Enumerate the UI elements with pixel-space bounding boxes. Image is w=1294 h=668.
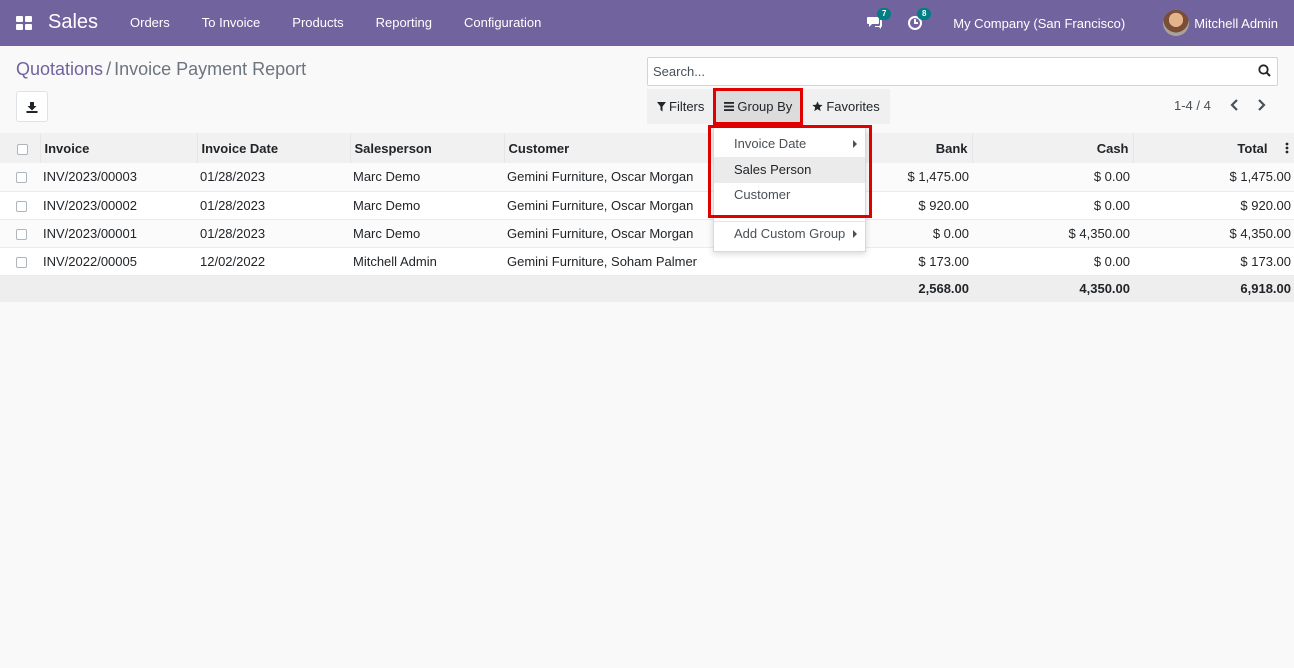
company-switcher[interactable]: My Company (San Francisco): [953, 16, 1125, 31]
favorites-button[interactable]: Favorites: [802, 89, 889, 124]
cell-invoice: INV/2022/00005: [40, 247, 197, 276]
search-bar: [647, 57, 1278, 86]
optional-columns-icon[interactable]: [1285, 142, 1289, 154]
download-button[interactable]: [16, 91, 48, 122]
activities-clock-icon[interactable]: 8: [907, 8, 932, 32]
select-all-header: [0, 133, 41, 163]
table-row[interactable]: INV/2022/00005 12/02/2022 Mitchell Admin…: [0, 247, 1294, 276]
row-checkbox[interactable]: [16, 172, 27, 184]
column-header-total-label: Total: [1237, 140, 1268, 156]
menu-configuration[interactable]: Configuration: [448, 0, 557, 46]
group-by-invoice-date[interactable]: Invoice Date: [714, 131, 865, 157]
top-navbar: Sales Orders To Invoice Products Reporti…: [0, 0, 1294, 46]
main-menu: Orders To Invoice Products Reporting Con…: [114, 0, 557, 46]
breadcrumb-separator: /: [106, 59, 112, 79]
cell-salesperson: Mitchell Admin: [350, 247, 504, 276]
filter-icon: [657, 101, 666, 111]
cell-total: $ 4,350.00: [1133, 219, 1294, 248]
cell-invoice-date: 01/28/2023: [197, 219, 350, 248]
cell-salesperson: Marc Demo: [350, 219, 504, 248]
cell-cash: $ 0.00: [972, 247, 1133, 276]
add-custom-group-label: Add Custom Group: [734, 226, 846, 241]
invoice-payment-table: Invoice Invoice Date Salesperson Custome…: [0, 133, 1294, 302]
apps-menu-icon[interactable]: [16, 16, 32, 30]
favorites-label: Favorites: [826, 99, 880, 114]
column-header-invoice[interactable]: Invoice: [40, 133, 198, 163]
cell-invoice-date: 01/28/2023: [197, 191, 350, 220]
group-by-label: Group By: [737, 99, 793, 114]
bars-icon: [724, 102, 735, 111]
table-header-row: Invoice Invoice Date Salesperson Custome…: [0, 133, 1294, 163]
cell-cash: $ 0.00: [972, 163, 1133, 192]
group-by-sales-person[interactable]: Sales Person: [714, 157, 865, 183]
menu-orders[interactable]: Orders: [114, 0, 186, 46]
user-name: Mitchell Admin: [1194, 15, 1278, 31]
cell-salesperson: Marc Demo: [350, 163, 504, 192]
user-menu[interactable]: Mitchell Admin: [1163, 10, 1278, 36]
cell-cash: $ 4,350.00: [972, 219, 1133, 248]
app-name[interactable]: Sales: [48, 11, 98, 34]
group-by-customer[interactable]: Customer: [714, 182, 865, 208]
cell-customer: Gemini Furniture, Soham Palmer: [504, 247, 722, 276]
list-view: Invoice Invoice Date Salesperson Custome…: [0, 133, 1294, 302]
table-row[interactable]: INV/2023/00001 01/28/2023 Marc Demo Gemi…: [0, 219, 1294, 248]
total-cash: 4,350.00: [972, 275, 1133, 302]
messages-badge: 7: [877, 8, 892, 20]
row-checkbox[interactable]: [16, 228, 27, 240]
search-input[interactable]: [648, 58, 1228, 85]
total-total: 6,918.00: [1133, 275, 1294, 302]
column-header-salesperson[interactable]: Salesperson: [350, 133, 505, 163]
totals-row: 2,568.00 4,350.00 6,918.00: [0, 275, 1294, 302]
menu-reporting[interactable]: Reporting: [360, 0, 448, 46]
row-checkbox[interactable]: [16, 200, 27, 212]
cell-customer: Gemini Furniture, Oscar Morgan: [504, 163, 722, 192]
cell-invoice: INV/2023/00001: [40, 219, 197, 248]
menu-to-invoice[interactable]: To Invoice: [186, 0, 277, 46]
menu-products[interactable]: Products: [276, 0, 359, 46]
cell-customer: Gemini Furniture, Oscar Morgan: [504, 191, 722, 220]
activities-badge: 8: [917, 8, 932, 20]
pager-value[interactable]: 1-4 / 4: [1174, 98, 1211, 113]
add-custom-group[interactable]: Add Custom Group: [714, 221, 865, 247]
systray: 7 8 My Company (San Francisco) Mitchell …: [867, 0, 1294, 46]
cell-invoice: INV/2023/00002: [40, 191, 197, 220]
search-icon[interactable]: [1258, 64, 1271, 80]
avatar: [1163, 10, 1190, 36]
breadcrumb: Quotations / Invoice Payment Report: [16, 59, 306, 80]
row-checkbox[interactable]: [16, 256, 27, 268]
filters-label: Filters: [669, 99, 705, 114]
filters-button[interactable]: Filters: [647, 89, 714, 124]
column-header-customer[interactable]: Customer: [504, 133, 723, 163]
cell-cash: $ 0.00: [972, 191, 1133, 220]
chevron-right-icon[interactable]: [1257, 99, 1267, 114]
download-icon: [26, 101, 38, 113]
column-header-total[interactable]: Total: [1133, 133, 1294, 163]
select-all-checkbox[interactable]: [17, 143, 28, 155]
table-row[interactable]: INV/2023/00002 01/28/2023 Marc Demo Gemi…: [0, 191, 1294, 220]
cell-invoice-date: 01/28/2023: [197, 163, 350, 192]
breadcrumb-quotations[interactable]: Quotations: [16, 59, 103, 79]
chevron-left-icon[interactable]: [1229, 99, 1239, 114]
page-title: Invoice Payment Report: [114, 59, 307, 79]
cell-salesperson: Marc Demo: [350, 191, 504, 220]
cell-customer: Gemini Furniture, Oscar Morgan: [504, 219, 722, 248]
cell-total: $ 1,475.00: [1133, 163, 1294, 192]
column-header-cash[interactable]: Cash: [972, 133, 1134, 163]
search-options: Filters Group By Favorites: [647, 88, 890, 125]
group-by-button[interactable]: Group By: [713, 88, 804, 125]
table-row[interactable]: INV/2023/00003 01/28/2023 Marc Demo Gemi…: [0, 163, 1294, 192]
total-bank: 2,568.00: [722, 275, 972, 302]
group-by-invoice-date-label: Invoice Date: [734, 136, 807, 151]
caret-right-icon: [853, 230, 857, 238]
messages-icon[interactable]: 7: [867, 8, 892, 32]
column-header-invoice-date[interactable]: Invoice Date: [197, 133, 351, 163]
cell-invoice: INV/2023/00003: [40, 163, 197, 192]
cell-total: $ 173.00: [1133, 247, 1294, 276]
cell-invoice-date: 12/02/2022: [197, 247, 350, 276]
cell-total: $ 920.00: [1133, 191, 1294, 220]
group-by-dropdown: Invoice Date Sales Person Customer Add C…: [713, 126, 866, 252]
star-icon: [812, 101, 823, 112]
caret-right-icon: [853, 140, 857, 148]
